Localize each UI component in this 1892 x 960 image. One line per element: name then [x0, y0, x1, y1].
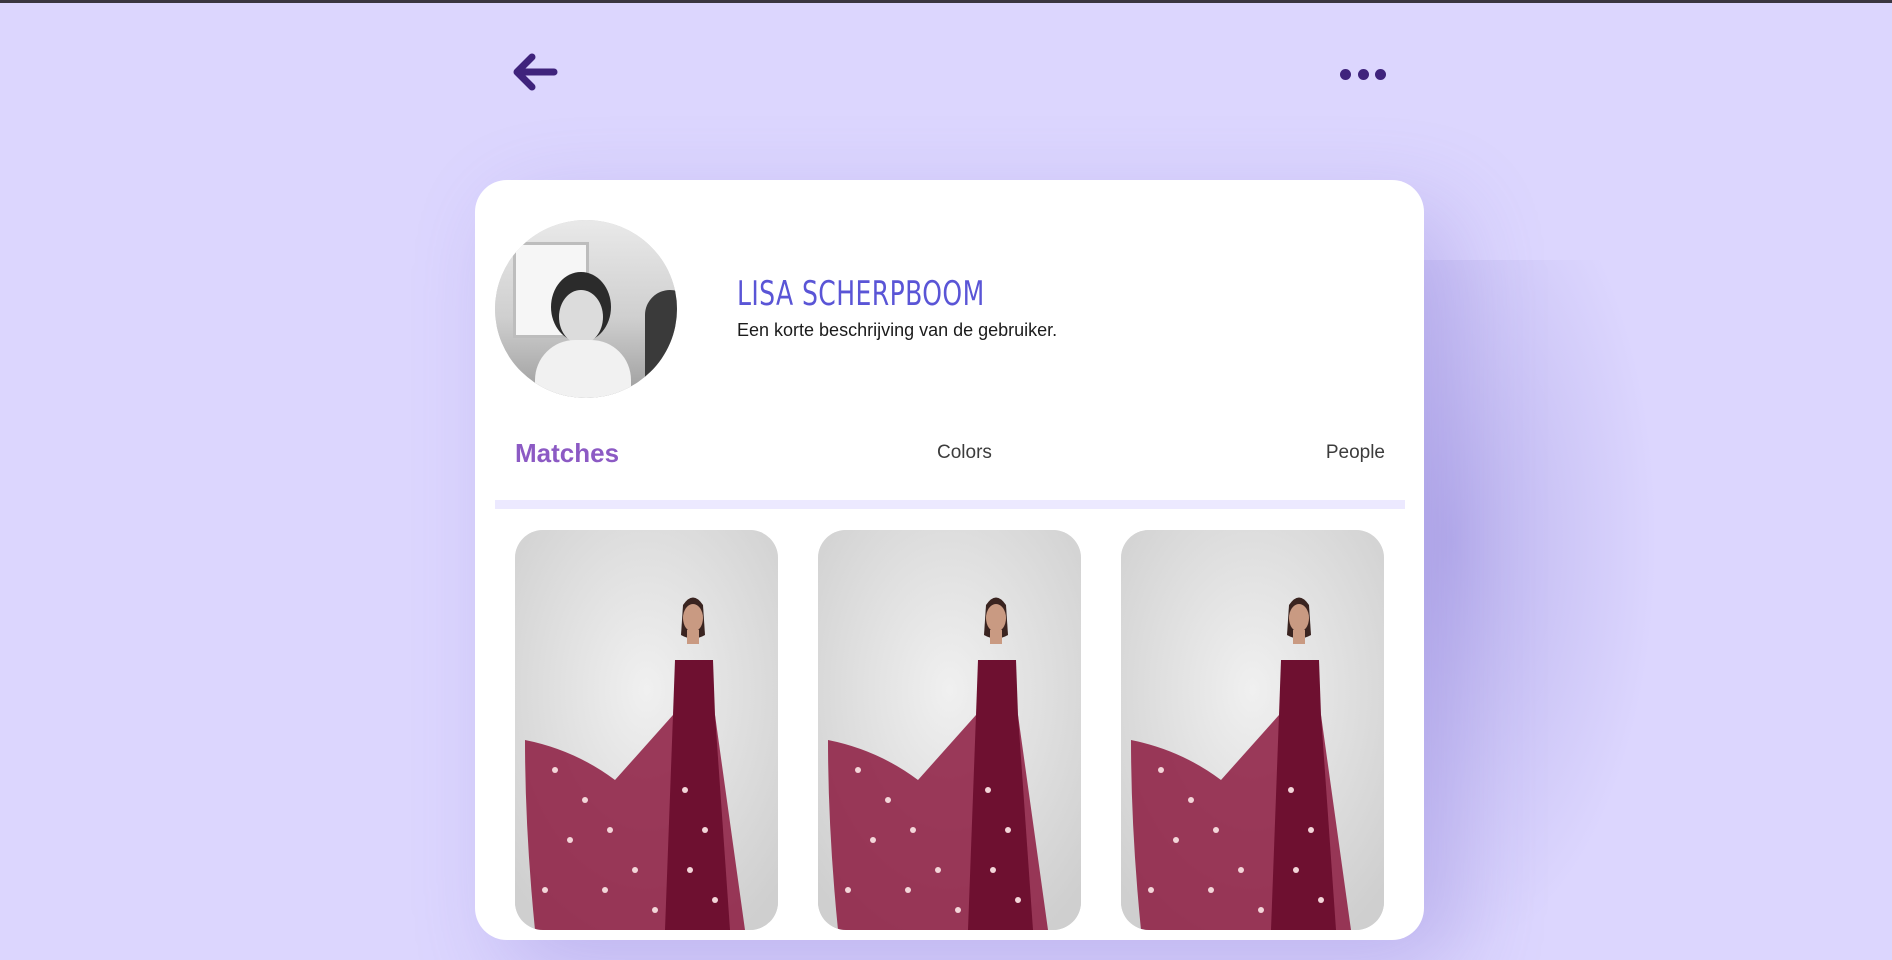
tab-people[interactable]: People	[1326, 442, 1385, 464]
tab-divider	[495, 500, 1405, 509]
more-dot	[1357, 68, 1369, 80]
profile-description: Een korte beschrijving van de gebruiker.	[737, 320, 1058, 340]
avatar-head	[559, 290, 603, 344]
gallery-item[interactable]	[1121, 530, 1384, 930]
tab-matches[interactable]: Matches	[515, 438, 619, 469]
gallery-item[interactable]	[818, 530, 1081, 930]
match-gallery	[515, 530, 1385, 940]
dress-photo	[515, 530, 778, 930]
profile-name: LISA SCHERPBOOM	[737, 274, 985, 314]
arrow-left-icon	[513, 53, 558, 91]
tab-bar: Matches Colors People	[515, 438, 1385, 488]
card-shadow	[1400, 260, 1660, 960]
profile-card: LISA SCHERPBOOM Een korte beschrijving v…	[475, 180, 1424, 940]
more-options-button[interactable]	[1340, 64, 1386, 84]
top-border	[0, 0, 1892, 3]
avatar-second-person	[645, 290, 677, 398]
more-dot	[1340, 68, 1351, 80]
dress-photo	[1121, 530, 1384, 930]
dress-photo	[818, 530, 1081, 930]
back-button[interactable]	[512, 52, 558, 92]
avatar[interactable]	[495, 220, 677, 398]
gallery-item[interactable]	[515, 530, 778, 930]
tab-colors[interactable]: Colors	[937, 442, 992, 464]
more-dot	[1375, 68, 1386, 80]
avatar-body	[535, 340, 631, 398]
